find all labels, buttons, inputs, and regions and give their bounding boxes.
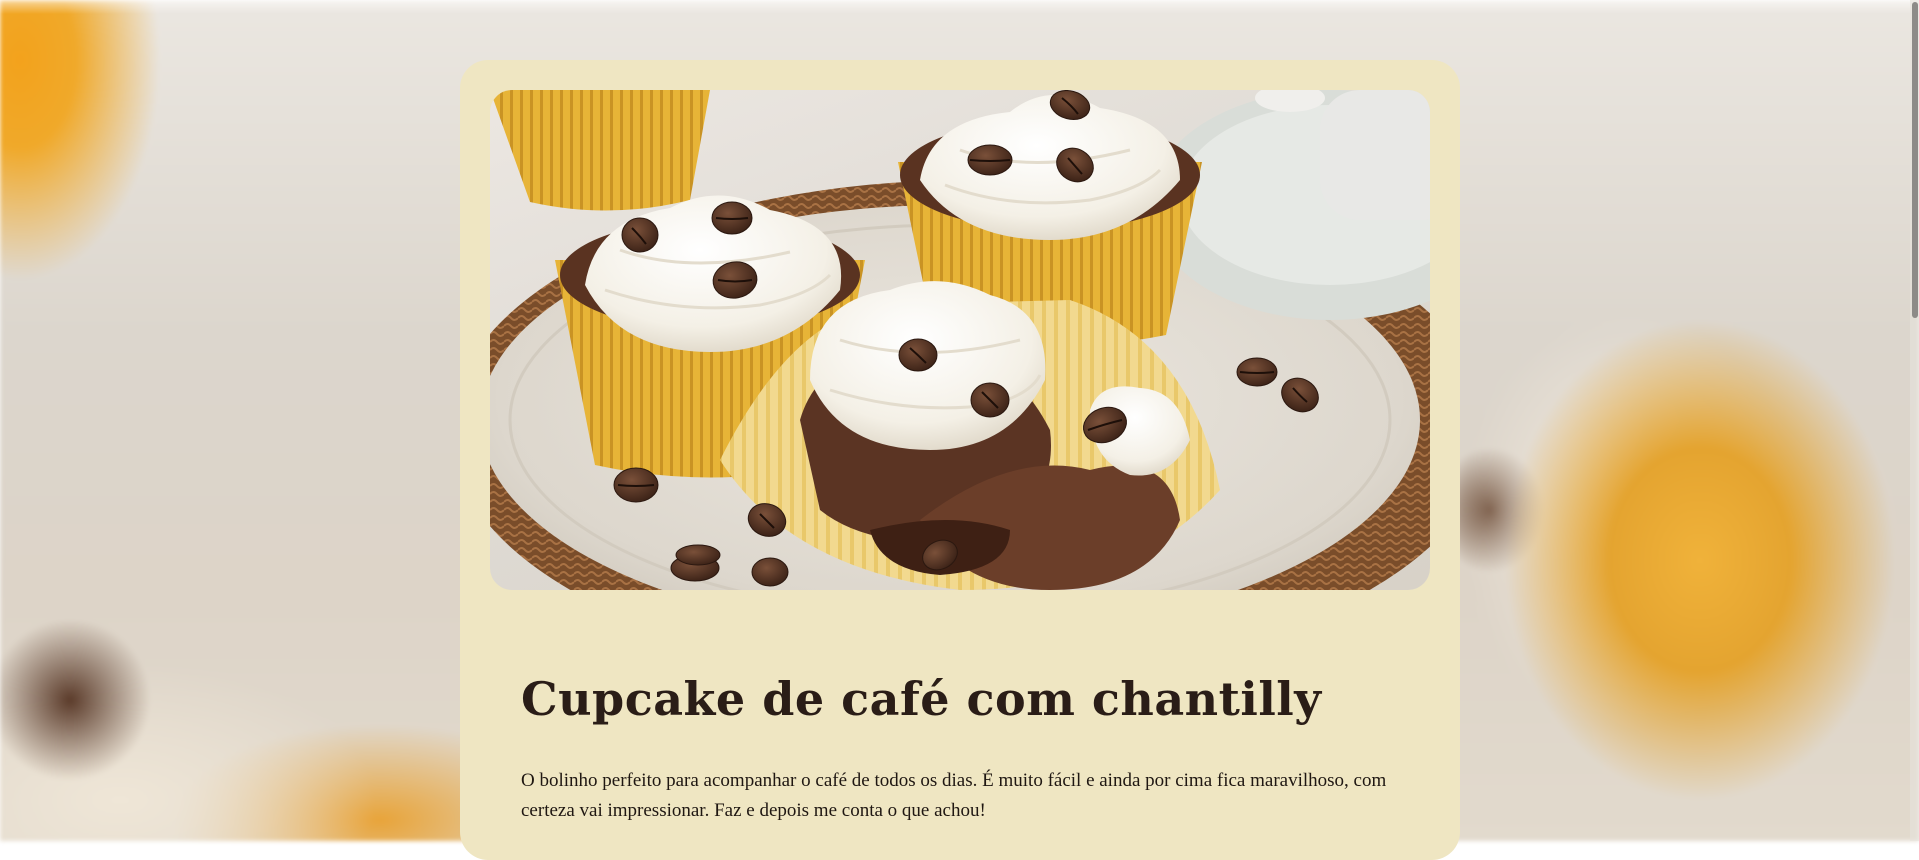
top-shade <box>0 0 1919 14</box>
recipe-description: O bolinho perfeito para acompanhar o caf… <box>521 770 1387 821</box>
recipe-card: Cupcake de café com chantilly O bolinho … <box>460 60 1460 860</box>
recipe-hero-image <box>490 90 1430 590</box>
cupcake-photo-illustration <box>490 90 1430 590</box>
scrollbar-thumb[interactable] <box>1912 2 1918 318</box>
page-scrollbar[interactable] <box>1910 0 1919 841</box>
recipe-title: Cupcake de café com chantilly <box>521 672 1322 726</box>
